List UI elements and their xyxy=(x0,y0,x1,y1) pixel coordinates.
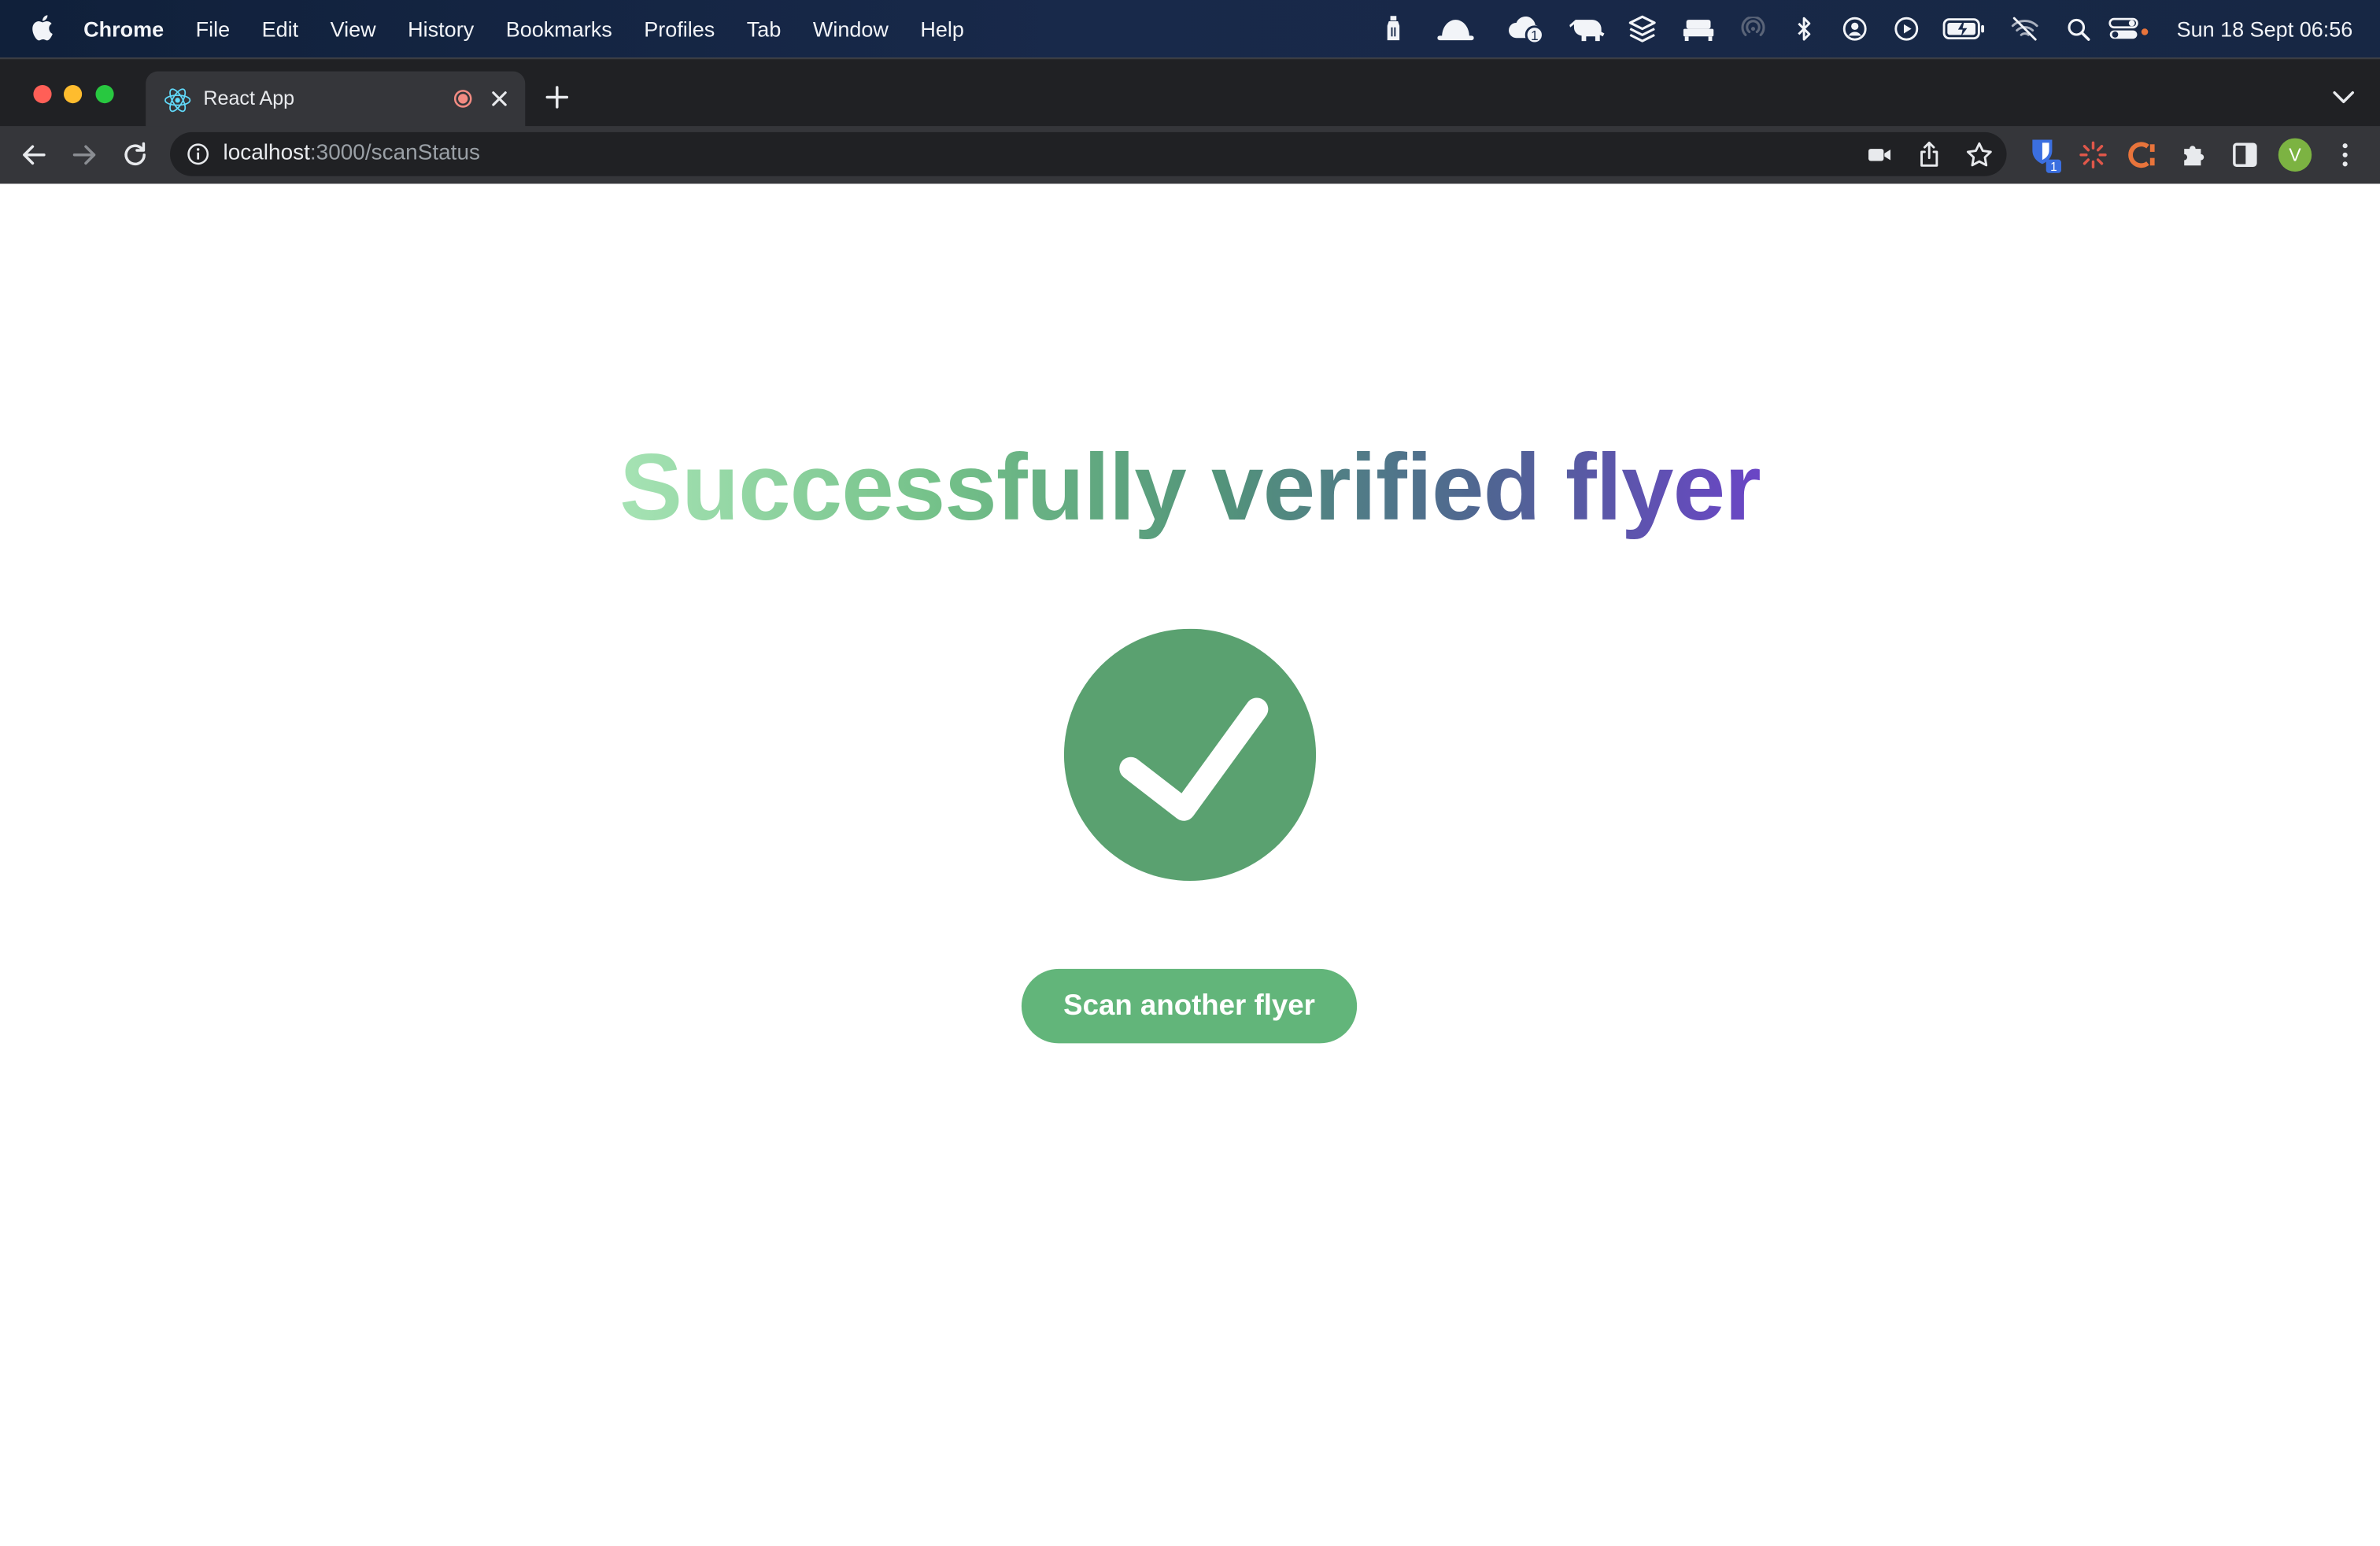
cloud-badge-count: 1 xyxy=(1531,28,1539,43)
page-content: Successfully verified flyer Scan another… xyxy=(0,183,2380,1546)
reload-icon[interactable] xyxy=(120,139,150,170)
airdrop-icon[interactable] xyxy=(1739,0,1767,57)
menu-view[interactable]: View xyxy=(331,17,376,41)
elephant-icon[interactable] xyxy=(1568,0,1607,57)
tab-search-chevron-icon[interactable] xyxy=(2331,90,2356,105)
clockify-extension-icon[interactable] xyxy=(2128,139,2159,170)
wifi-off-icon[interactable] xyxy=(2009,0,2040,57)
url-path: :3000/scanStatus xyxy=(309,141,481,166)
menu-window[interactable]: Window xyxy=(813,17,889,41)
close-window-button[interactable] xyxy=(33,85,52,104)
battery-icon[interactable] xyxy=(1942,0,1987,57)
user-icon[interactable] xyxy=(1839,0,1870,57)
helmet-icon[interactable] xyxy=(1436,0,1475,57)
side-panel-icon[interactable] xyxy=(2230,139,2260,170)
app-menu: Chrome File Edit View History Bookmarks … xyxy=(83,0,996,57)
site-info-icon[interactable] xyxy=(187,142,209,165)
menu-app-name[interactable]: Chrome xyxy=(83,17,164,41)
scan-another-flyer-button[interactable]: Scan another flyer xyxy=(1021,968,1358,1044)
share-icon[interactable] xyxy=(1914,139,1945,170)
url-text[interactable]: localhost:3000/scanStatus xyxy=(223,141,480,165)
menu-help[interactable]: Help xyxy=(920,17,964,41)
menu-bookmarks[interactable]: Bookmarks xyxy=(506,17,612,41)
bluetooth-icon[interactable] xyxy=(1794,0,1816,57)
minimize-window-button[interactable] xyxy=(63,85,83,104)
recording-indicator-icon xyxy=(453,90,472,108)
bed-icon[interactable] xyxy=(1682,0,1715,57)
bookmark-star-icon[interactable] xyxy=(1964,139,1995,170)
browser-toolbar: localhost:3000/scanStatus 1 V xyxy=(0,126,2380,186)
react-logo-icon xyxy=(164,88,191,113)
success-headline: Successfully verified flyer xyxy=(619,435,1761,541)
loader-extension-icon[interactable] xyxy=(2078,139,2108,170)
bottle-icon[interactable] xyxy=(1380,0,1407,57)
screen: Chrome File Edit View History Bookmarks … xyxy=(0,0,2380,1546)
back-arrow-icon[interactable] xyxy=(18,139,49,170)
success-check-icon xyxy=(1063,628,1317,881)
cloud-badge-icon[interactable]: 1 xyxy=(1507,0,1547,57)
page-title: Successfully verified flyer xyxy=(0,435,2380,543)
layers-icon[interactable] xyxy=(1627,0,1658,57)
menu-tab[interactable]: Tab xyxy=(747,17,782,41)
forward-arrow-icon[interactable] xyxy=(70,139,101,170)
search-icon[interactable] xyxy=(2064,0,2092,57)
play-icon[interactable] xyxy=(1891,0,1922,57)
extension-badge-count: 1 xyxy=(2050,161,2057,173)
apple-menu-icon[interactable] xyxy=(31,13,54,41)
control-center-icon[interactable] xyxy=(2107,0,2153,57)
bitwarden-extension-icon[interactable]: 1 xyxy=(2028,137,2064,173)
macos-menu-bar: Chrome File Edit View History Bookmarks … xyxy=(0,0,2380,58)
menu-history[interactable]: History xyxy=(408,17,474,41)
tab-title: React App xyxy=(203,86,295,109)
menu-profiles[interactable]: Profiles xyxy=(644,17,715,41)
url-host: localhost xyxy=(223,141,310,166)
camera-in-use-icon[interactable] xyxy=(1864,139,1894,170)
browser-tab-strip: React App xyxy=(0,57,2380,128)
extensions-puzzle-icon[interactable] xyxy=(2179,139,2210,170)
menu-file[interactable]: File xyxy=(196,17,231,41)
more-menu-icon[interactable] xyxy=(2330,139,2360,170)
zoom-window-button[interactable] xyxy=(95,85,114,104)
menu-clock[interactable]: Sun 18 Sept 06:56 xyxy=(2177,0,2353,57)
address-bar[interactable]: localhost:3000/scanStatus xyxy=(169,131,2007,176)
close-tab-icon[interactable] xyxy=(489,88,510,109)
menu-edit[interactable]: Edit xyxy=(262,17,299,41)
tab-react-app[interactable]: React App xyxy=(146,71,526,128)
new-tab-icon[interactable] xyxy=(545,85,569,109)
profile-avatar[interactable]: V xyxy=(2278,138,2312,172)
